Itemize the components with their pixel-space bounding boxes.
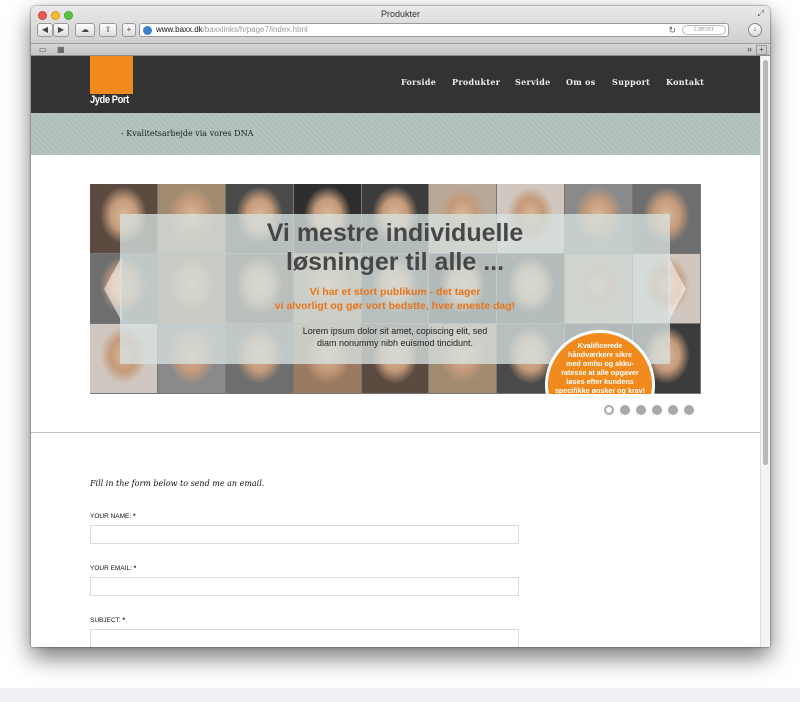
badge-line: løses efter kundens — [566, 377, 634, 386]
slider-dot[interactable] — [620, 405, 630, 415]
badge-line: håndværkere sikre — [568, 350, 632, 359]
globe-icon — [143, 26, 152, 35]
tagline: - Kvalitetsarbejde via vores DNA — [121, 129, 254, 138]
slider-next-arrow[interactable] — [668, 256, 686, 322]
email-label: YOUR EMAIL: * — [90, 565, 136, 572]
slide-sub-line2: vi alvorligt og gør vort bedstte, hver e… — [274, 300, 516, 312]
name-field[interactable] — [90, 525, 519, 544]
chevron-right-icon[interactable]: » — [747, 44, 752, 54]
new-tab-button[interactable]: + — [122, 23, 136, 37]
slider-dot[interactable] — [636, 405, 646, 415]
slider-dot[interactable] — [668, 405, 678, 415]
top-sites-grid-icon[interactable]: ▦ — [57, 45, 65, 54]
logo-text: Jyde Port — [90, 94, 129, 106]
scrollbar-thumb[interactable] — [763, 60, 768, 465]
url-host: www.baxx.dk — [156, 25, 203, 34]
nav-forside[interactable]: Forside — [401, 77, 436, 87]
email-label-text: YOUR EMAIL: — [90, 565, 132, 572]
page-viewport: Jyde Port Forside Produkter Servide Om o… — [31, 56, 760, 647]
badge-text: Kvalificerede håndværkere sikre med omhu o… — [548, 341, 652, 394]
tagline-band: - Kvalitetsarbejde via vores DNA — [31, 113, 760, 155]
url-path: /baxxlinks/h/page7/index.html — [202, 25, 308, 34]
nav-om-os[interactable]: Om os — [566, 77, 596, 87]
section-divider — [31, 432, 760, 433]
slide-heading-line1: Vi mestre individuelle — [266, 219, 524, 247]
site-header: Jyde Port Forside Produkter Servide Om o… — [31, 56, 760, 113]
badge-line: med omhu og akku- — [566, 359, 634, 368]
window-title: Produkter — [380, 9, 421, 19]
nav-produkter[interactable]: Produkter — [452, 77, 500, 87]
nav-kontakt[interactable]: Kontakt — [666, 77, 704, 87]
badge-line: specifikke ønsker og krav! — [554, 386, 646, 394]
slider-dot[interactable] — [652, 405, 662, 415]
subject-label-text: SUBJECT: — [90, 617, 121, 624]
subject-field[interactable] — [90, 629, 519, 647]
slide-heading-line2: løsninger til alle ... — [285, 248, 505, 276]
badge-line: Kvalificerede — [577, 341, 623, 350]
required-mark: * — [122, 617, 126, 624]
nav-support[interactable]: Support — [612, 77, 650, 87]
fullscreen-icon[interactable]: ⤢ — [758, 9, 764, 19]
nav-servide[interactable]: Servide — [515, 77, 551, 87]
vertical-scrollbar[interactable] — [760, 56, 770, 647]
subject-label: SUBJECT: * — [90, 617, 125, 624]
forward-button[interactable]: ▶ — [53, 23, 69, 37]
name-label: YOUR NAME: * — [90, 513, 136, 520]
desktop-strip — [0, 688, 800, 702]
bookmarks-bar: ▭ ▦ » + — [31, 44, 770, 56]
downloads-button[interactable]: ↓ — [748, 23, 762, 37]
reload-icon[interactable]: ↻ — [668, 24, 676, 36]
browser-titlebar: Produkter ⤢ ◀ ▶ ☁ ⇪ + www.baxx.dk/baxxli… — [31, 6, 770, 44]
back-button[interactable]: ◀ — [37, 23, 53, 37]
add-tab-icon[interactable]: + — [756, 45, 767, 55]
site-logo[interactable]: Jyde Port — [90, 56, 133, 108]
address-bar[interactable]: www.baxx.dk/baxxlinks/h/page7/index.html… — [139, 23, 729, 37]
screenshot-stage: Produkter ⤢ ◀ ▶ ☁ ⇪ + www.baxx.dk/baxxli… — [0, 0, 800, 702]
required-mark: * — [132, 513, 136, 520]
slide-sub-line1: Vi har et stort publikum - det tager — [309, 286, 481, 298]
hero-slider: Vi mestre individuelle løsninger til all… — [90, 184, 701, 394]
logo-square — [90, 56, 133, 94]
reader-button[interactable]: Læser — [682, 25, 726, 35]
required-mark: * — [133, 565, 137, 572]
browser-window: Produkter ⤢ ◀ ▶ ☁ ⇪ + www.baxx.dk/baxxli… — [31, 6, 770, 647]
email-field[interactable] — [90, 577, 519, 596]
icloud-tabs-button[interactable]: ☁ — [75, 23, 95, 37]
slider-dot[interactable] — [684, 405, 694, 415]
badge-line: ratesse at alle opgaver — [561, 368, 639, 377]
book-icon[interactable]: ▭ — [39, 45, 47, 54]
name-label-text: YOUR NAME: — [90, 513, 132, 520]
share-button[interactable]: ⇪ — [99, 23, 117, 37]
slider-dot[interactable] — [604, 405, 614, 415]
form-intro: Fill in the form below to send me an ema… — [90, 479, 265, 488]
